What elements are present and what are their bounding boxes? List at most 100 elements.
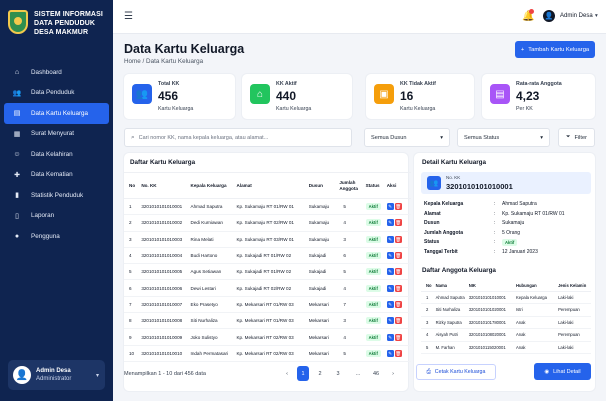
sidebar-item-data-kematian[interactable]: ✚ Data Kematian [0,165,113,186]
menu-toggle-icon[interactable]: ☰ [124,11,133,22]
dusun-select[interactable]: Semua Dusun ▾ [364,128,450,147]
document-icon: ▦ [13,130,21,138]
sidebar: SISTEM INFORMASI DATA PENDUDUK DESA MAKM… [0,0,113,401]
sidebar-item-data-kelahiran[interactable]: ☺ Data Kelahiran [0,144,113,165]
member-column-header: Jenis Kelamin [556,281,591,292]
view-detail-button[interactable]: ◉ Lihat Detail [534,363,591,380]
table-cell: 3201010101010009 [139,328,189,346]
filter-button-label: Filter [574,134,587,141]
trash-icon[interactable]: 🗑 [394,203,402,211]
action-cell: ✎ 🗑 [384,198,411,216]
table-row[interactable]: 10 3201010101010010 Indah Permatasari Kp. M… [124,345,411,362]
trash-icon[interactable]: 🗑 [394,219,402,227]
table-cell: Sukajadi [306,263,338,281]
stat-subtitle: Kartu Keluarga [276,106,312,112]
add-family-card-button[interactable]: + Tambah Kartu Keluarga [515,41,595,58]
sidebar-item-statistik-penduduk[interactable]: ▮ Statistik Penduduk [0,185,113,206]
table-row[interactable]: 7 3201010101010007 Eko Prasetyo Kp. Mekarsa… [124,296,411,314]
sidebar-item-dashboard[interactable]: ⌂ Dashboard [0,62,113,83]
table-cell: 8 [124,312,140,330]
edit-icon[interactable]: ✎ [386,219,394,227]
table-cell: Sukamaju [306,198,338,216]
member-cell: 5 [421,341,434,354]
breadcrumb[interactable]: Home / Data Kartu Keluarga [124,58,203,65]
table-row[interactable]: 4 3201010101010004 Budi Hartono Kp. Sukajad… [124,247,411,265]
table-cell: 3 [337,312,364,330]
table-cell: 2 [124,214,140,232]
pagination-next[interactable]: › [387,366,399,381]
table-cell: 4 [337,328,364,346]
status-select[interactable]: Semua Status ▾ [457,128,550,147]
search-input[interactable] [138,134,339,141]
trash-icon[interactable]: 🗑 [394,300,402,308]
topbar-user-name[interactable]: Admin Desa [560,13,593,19]
pagination-page[interactable]: 1 [297,366,309,381]
edit-icon[interactable]: ✎ [386,235,394,243]
table-row[interactable]: 6 3201010101010006 Dewi Lestari Kp. Sukajad… [124,279,411,297]
edit-icon[interactable]: ✎ [386,203,394,211]
table-cell: Joko Sulistyo [188,328,235,346]
table-row[interactable]: 1 3201010101010001 Ahmad Saputra Kp. Sukama… [124,198,411,216]
member-cell: Rizky Saputra [433,316,467,329]
member-row[interactable]: 2 Siti Nurhaliza 3201010101020001 Istri Pere… [421,303,591,317]
stat-subtitle: Per KK [516,106,533,112]
topbar-avatar-icon[interactable]: 👤 [543,10,555,22]
edit-icon[interactable]: ✎ [386,317,394,325]
table-row[interactable]: 3 3201010101010003 Rina Melati Kp. Sukamaju… [124,231,411,248]
stat-icon-kk-aktif: ⌂ [250,84,270,104]
stat-icon-kk-tidak-aktif: ▣ [374,84,394,104]
edit-icon[interactable]: ✎ [386,300,394,308]
notification-dot [529,9,534,14]
member-row[interactable]: 5 M. Farhan 3201010115020001 Anak Laki-laki [421,341,591,354]
print-family-card-button[interactable]: ⎙ Cetak Kartu Keluarga [416,364,496,380]
detail-row: Tanggal Terbit:12 Januari 2023 [424,249,538,255]
family-icon: 👥 [427,176,441,190]
stat-label: KK Tidak Aktif [400,81,436,87]
member-row[interactable]: 3 Rizky Saputra 3201010101780001 Anak Laki-l… [421,316,591,329]
column-header: Jumlah Anggota [337,172,364,199]
pagination-page[interactable]: 2 [313,366,327,381]
member-cell: Kepala Keluarga [513,291,557,304]
sidebar-user-card[interactable]: 👤 Admin Desa Administrator ▾ [8,360,105,390]
edit-icon[interactable]: ✎ [386,349,394,357]
sidebar-user-role: Administrator [36,376,72,382]
sidebar-item-data-penduduk[interactable]: 👥 Data Penduduk [0,83,113,104]
sidebar-item-laporan[interactable]: ▯ Laporan [0,206,113,227]
chevron-down-icon[interactable]: ▾ [595,13,598,19]
table-row[interactable]: 9 3201010101010009 Joko Sulistyo Kp. Mekars… [124,328,411,346]
sidebar-item-data-kartu-keluarga[interactable]: ▤ Data Kartu Keluarga [4,103,109,124]
column-header: Alamat [234,172,307,199]
pagination-page[interactable]: 46 [369,366,383,381]
trash-icon[interactable]: 🗑 [394,268,402,276]
status-badge: Aktif [365,317,381,325]
filter-button[interactable]: ⏷ Filter [558,128,595,147]
detail-title: Detail Kartu Keluarga [422,159,487,166]
table-row[interactable]: 8 3201010101010008 Siti Nurhaliza Kp. Mekar… [124,312,411,330]
member-cell: Laki-laki [556,291,591,304]
pagination-page[interactable]: 3 [331,366,345,381]
pagination-prev[interactable]: ‹ [281,366,293,381]
table-row[interactable]: 2 3201010101010002 Dedi Kurniawan Kp. Sukam… [124,214,411,232]
search-box[interactable]: ⌕ [124,128,352,147]
detail-separator: : [494,210,496,217]
trash-icon[interactable]: 🗑 [394,284,402,292]
edit-icon[interactable]: ✎ [386,284,394,292]
sidebar-item-pengguna[interactable]: ● Pengguna [0,226,113,247]
edit-icon[interactable]: ✎ [386,252,394,260]
status-badge: Aktif [365,235,381,243]
sidebar-item-surat-menyurat[interactable]: ▦ Surat Menyurat [0,124,113,145]
cross-icon: ✚ [14,171,20,179]
table-row[interactable]: 5 3201010101010005 Agus Setiawan Kp. Sukaja… [124,263,411,281]
trash-icon[interactable]: 🗑 [394,333,402,341]
trash-icon[interactable]: 🗑 [394,349,402,357]
detail-key: Alamat [424,210,441,217]
trash-icon[interactable]: 🗑 [394,235,402,243]
edit-icon[interactable]: ✎ [386,268,394,276]
trash-icon[interactable]: 🗑 [394,317,402,325]
table-cell: 5 [337,345,364,362]
table-cell: 5 [337,198,364,216]
edit-icon[interactable]: ✎ [386,333,394,341]
member-row[interactable]: 4 Aisyah Putri 3201010108020001 Anak Perempu… [421,328,591,342]
member-row[interactable]: 1 Ahmad Saputra 3201010101010001 Kepala Kel… [421,291,591,304]
trash-icon[interactable]: 🗑 [394,252,402,260]
